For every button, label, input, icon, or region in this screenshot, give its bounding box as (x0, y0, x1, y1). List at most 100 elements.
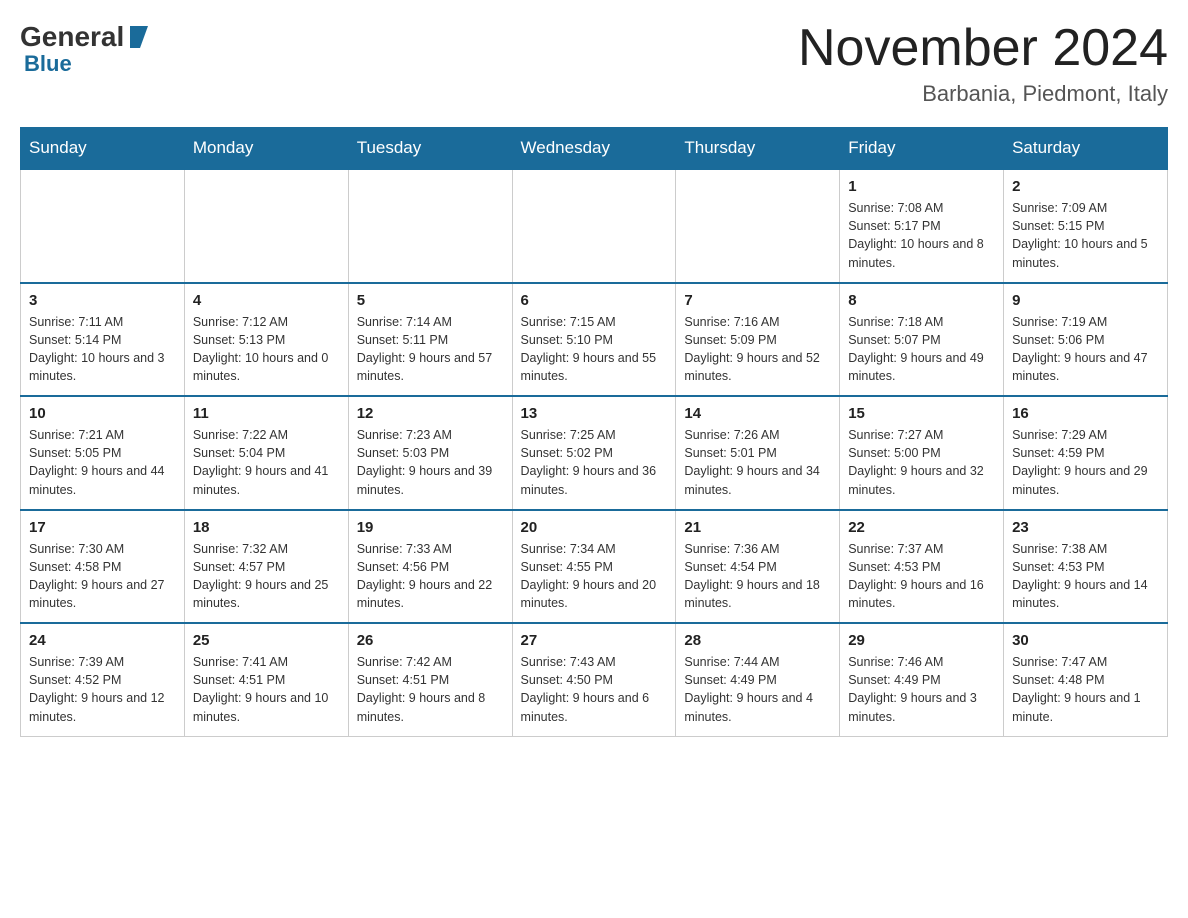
header-monday: Monday (184, 128, 348, 170)
calendar-cell: 23 Sunrise: 7:38 AM Sunset: 4:53 PM Dayli… (1004, 510, 1168, 624)
day-number: 15 (848, 405, 995, 422)
calendar-cell: 19Sunrise: 7:33 AM Sunset: 4:56 PM Dayli… (348, 510, 512, 624)
day-info: Sunrise: 7:23 AM Sunset: 5:03 PM Dayligh… (357, 426, 504, 499)
day-info: Sunrise: 7:16 AM Sunset: 5:09 PM Dayligh… (684, 313, 831, 386)
logo-flag-icon (126, 26, 148, 48)
day-info: Sunrise: 7:42 AM Sunset: 4:51 PM Dayligh… (357, 653, 504, 726)
calendar-cell: 25 Sunrise: 7:41 AM Sunset: 4:51 PM Dayli… (184, 623, 348, 736)
calendar-cell: 22Sunrise: 7:37 AM Sunset: 4:53 PM Dayli… (840, 510, 1004, 624)
day-number: 4 (193, 292, 340, 309)
day-number: 21 (684, 519, 831, 536)
day-info: Sunrise: 7:47 AM Sunset: 4:48 PM Dayligh… (1012, 653, 1159, 726)
calendar-cell (184, 169, 348, 283)
day-number: 24 (29, 632, 176, 649)
calendar-cell: 14 Sunrise: 7:26 AM Sunset: 5:01 PM Dayli… (676, 396, 840, 510)
calendar-cell: 9 Sunrise: 7:19 AM Sunset: 5:06 PM Daylig… (1004, 283, 1168, 397)
day-number: 9 (1012, 292, 1159, 309)
day-info: Sunrise: 7:46 AM Sunset: 4:49 PM Dayligh… (848, 653, 995, 726)
logo-general-text: General (20, 21, 124, 53)
title-area: November 2024 Barbania, Piedmont, Italy (798, 20, 1168, 107)
calendar-cell: 28Sunrise: 7:44 AM Sunset: 4:49 PM Dayli… (676, 623, 840, 736)
day-number: 30 (1012, 632, 1159, 649)
day-info: Sunrise: 7:08 AM Sunset: 5:17 PM Dayligh… (848, 199, 995, 272)
calendar-cell: 30 Sunrise: 7:47 AM Sunset: 4:48 PM Dayli… (1004, 623, 1168, 736)
day-number: 12 (357, 405, 504, 422)
calendar-cell: 21 Sunrise: 7:36 AM Sunset: 4:54 PM Dayli… (676, 510, 840, 624)
day-number: 1 (848, 178, 995, 195)
calendar-table: SundayMondayTuesdayWednesdayThursdayFrid… (20, 127, 1168, 737)
day-info: Sunrise: 7:30 AM Sunset: 4:58 PM Dayligh… (29, 540, 176, 613)
calendar-cell: 15 Sunrise: 7:27 AM Sunset: 5:00 PM Dayli… (840, 396, 1004, 510)
calendar-cell: 27 Sunrise: 7:43 AM Sunset: 4:50 PM Dayli… (512, 623, 676, 736)
day-info: Sunrise: 7:14 AM Sunset: 5:11 PM Dayligh… (357, 313, 504, 386)
calendar-cell: 24 Sunrise: 7:39 AM Sunset: 4:52 PM Dayli… (21, 623, 185, 736)
header-thursday: Thursday (676, 128, 840, 170)
calendar-cell: 12 Sunrise: 7:23 AM Sunset: 5:03 PM Dayli… (348, 396, 512, 510)
day-number: 14 (684, 405, 831, 422)
day-number: 6 (521, 292, 668, 309)
day-info: Sunrise: 7:37 AM Sunset: 4:53 PM Dayligh… (848, 540, 995, 613)
header-tuesday: Tuesday (348, 128, 512, 170)
day-number: 19 (357, 519, 504, 536)
day-number: 8 (848, 292, 995, 309)
day-info: Sunrise: 7:26 AM Sunset: 5:01 PM Dayligh… (684, 426, 831, 499)
day-info: Sunrise: 7:41 AM Sunset: 4:51 PM Dayligh… (193, 653, 340, 726)
day-info: Sunrise: 7:36 AM Sunset: 4:54 PM Dayligh… (684, 540, 831, 613)
header-saturday: Saturday (1004, 128, 1168, 170)
day-number: 20 (521, 519, 668, 536)
day-info: Sunrise: 7:38 AM Sunset: 4:53 PM Dayligh… (1012, 540, 1159, 613)
day-info: Sunrise: 7:09 AM Sunset: 5:15 PM Dayligh… (1012, 199, 1159, 272)
logo: General Blue (20, 20, 148, 77)
day-info: Sunrise: 7:25 AM Sunset: 5:02 PM Dayligh… (521, 426, 668, 499)
calendar-cell: 13 Sunrise: 7:25 AM Sunset: 5:02 PM Dayli… (512, 396, 676, 510)
day-info: Sunrise: 7:19 AM Sunset: 5:06 PM Dayligh… (1012, 313, 1159, 386)
day-info: Sunrise: 7:27 AM Sunset: 5:00 PM Dayligh… (848, 426, 995, 499)
page-header: General Blue November 2024 Barbania, Pie… (20, 20, 1168, 107)
day-info: Sunrise: 7:12 AM Sunset: 5:13 PM Dayligh… (193, 313, 340, 386)
calendar-cell: 5 Sunrise: 7:14 AM Sunset: 5:11 PM Daylig… (348, 283, 512, 397)
week-row-2: 3Sunrise: 7:11 AM Sunset: 5:14 PM Daylig… (21, 283, 1168, 397)
day-number: 26 (357, 632, 504, 649)
calendar-cell: 18Sunrise: 7:32 AM Sunset: 4:57 PM Dayli… (184, 510, 348, 624)
day-number: 27 (521, 632, 668, 649)
day-number: 10 (29, 405, 176, 422)
calendar-cell (348, 169, 512, 283)
week-row-4: 17 Sunrise: 7:30 AM Sunset: 4:58 PM Dayli… (21, 510, 1168, 624)
location-title: Barbania, Piedmont, Italy (798, 81, 1168, 107)
day-number: 5 (357, 292, 504, 309)
header-sunday: Sunday (21, 128, 185, 170)
calendar-cell: 1 Sunrise: 7:08 AM Sunset: 5:17 PM Daylig… (840, 169, 1004, 283)
calendar-cell: 3Sunrise: 7:11 AM Sunset: 5:14 PM Daylig… (21, 283, 185, 397)
day-number: 11 (193, 405, 340, 422)
calendar-cell: 8 Sunrise: 7:18 AM Sunset: 5:07 PM Daylig… (840, 283, 1004, 397)
day-info: Sunrise: 7:34 AM Sunset: 4:55 PM Dayligh… (521, 540, 668, 613)
day-info: Sunrise: 7:15 AM Sunset: 5:10 PM Dayligh… (521, 313, 668, 386)
day-info: Sunrise: 7:29 AM Sunset: 4:59 PM Dayligh… (1012, 426, 1159, 499)
day-info: Sunrise: 7:39 AM Sunset: 4:52 PM Dayligh… (29, 653, 176, 726)
day-number: 13 (521, 405, 668, 422)
calendar-cell: 2 Sunrise: 7:09 AM Sunset: 5:15 PM Daylig… (1004, 169, 1168, 283)
day-info: Sunrise: 7:43 AM Sunset: 4:50 PM Dayligh… (521, 653, 668, 726)
calendar-cell: 11 Sunrise: 7:22 AM Sunset: 5:04 PM Dayli… (184, 396, 348, 510)
calendar-cell: 6 Sunrise: 7:15 AM Sunset: 5:10 PM Daylig… (512, 283, 676, 397)
calendar-cell (21, 169, 185, 283)
calendar-cell: 17 Sunrise: 7:30 AM Sunset: 4:58 PM Dayli… (21, 510, 185, 624)
day-number: 2 (1012, 178, 1159, 195)
day-info: Sunrise: 7:18 AM Sunset: 5:07 PM Dayligh… (848, 313, 995, 386)
day-info: Sunrise: 7:32 AM Sunset: 4:57 PM Dayligh… (193, 540, 340, 613)
calendar-cell (512, 169, 676, 283)
day-info: Sunrise: 7:21 AM Sunset: 5:05 PM Dayligh… (29, 426, 176, 499)
week-row-5: 24 Sunrise: 7:39 AM Sunset: 4:52 PM Dayli… (21, 623, 1168, 736)
day-number: 29 (848, 632, 995, 649)
day-number: 16 (1012, 405, 1159, 422)
day-info: Sunrise: 7:22 AM Sunset: 5:04 PM Dayligh… (193, 426, 340, 499)
calendar-cell: 7Sunrise: 7:16 AM Sunset: 5:09 PM Daylig… (676, 283, 840, 397)
day-number: 17 (29, 519, 176, 536)
day-number: 25 (193, 632, 340, 649)
week-row-3: 10 Sunrise: 7:21 AM Sunset: 5:05 PM Dayli… (21, 396, 1168, 510)
day-number: 23 (1012, 519, 1159, 536)
calendar-cell: 16 Sunrise: 7:29 AM Sunset: 4:59 PM Dayli… (1004, 396, 1168, 510)
month-title: November 2024 (798, 20, 1168, 77)
logo-blue-text: Blue (24, 51, 72, 77)
header-row: SundayMondayTuesdayWednesdayThursdayFrid… (21, 128, 1168, 170)
